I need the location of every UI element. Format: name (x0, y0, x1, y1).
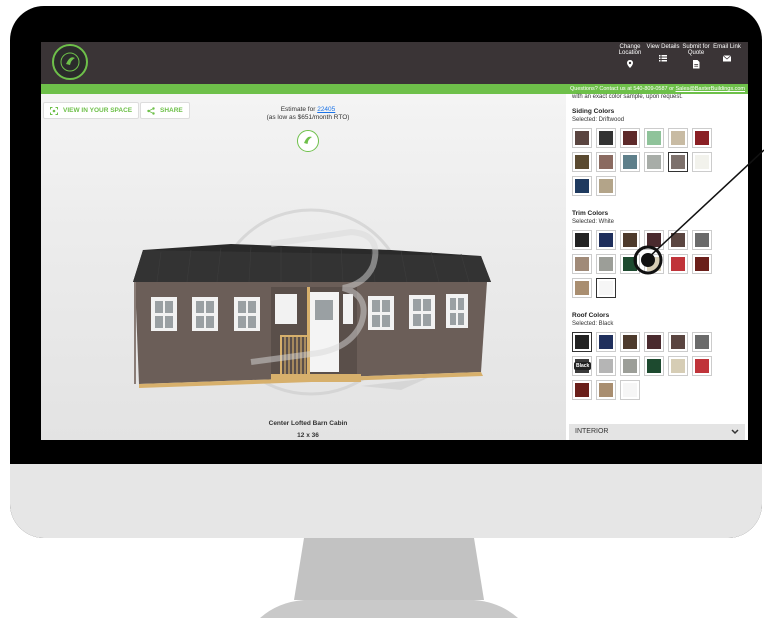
pointer-annotation (633, 149, 764, 275)
